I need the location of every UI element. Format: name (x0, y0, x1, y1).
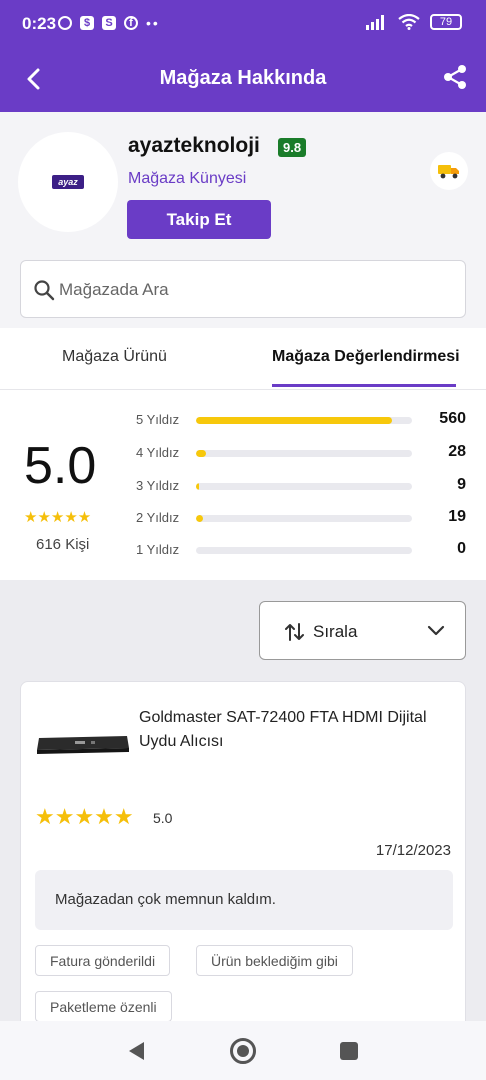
review-count: 616 Kişi (36, 536, 90, 553)
app-notification-icon: $ (80, 16, 94, 30)
page-title: Mağaza Hakkında (159, 67, 327, 89)
rating-row-label: 3 Yıldız (136, 478, 180, 493)
nav-recent-apps-icon[interactable] (340, 1042, 358, 1060)
average-stars-icon: ★★★★★ (24, 509, 92, 526)
store-name: ayazteknoloji (128, 134, 260, 157)
status-time: 0:23 (22, 14, 57, 33)
review-tag: Fatura gönderildi (35, 945, 171, 976)
alarm-icon (58, 16, 72, 30)
rating-row-5: 5 Yıldız 560 (136, 410, 476, 430)
rating-bar-track (196, 547, 412, 554)
store-info-link[interactable]: Mağaza Künyesi (128, 170, 246, 188)
review-date: 17/12/2023 (375, 842, 451, 859)
rating-row-label: 2 Yıldız (136, 510, 180, 525)
truck-icon (438, 165, 459, 179)
store-logo-mark: ayaz (52, 175, 84, 189)
more-notifications-icon: •• (146, 15, 160, 31)
rating-row-count: 19 (448, 508, 466, 525)
review-card[interactable]: Goldmaster SAT-72400 FTA HDMI Dijital Uy… (20, 681, 466, 1041)
review-comment-box: Mağazadan çok memnun kaldım. (35, 870, 453, 930)
rating-row-3: 3 Yıldız 9 (136, 476, 476, 496)
nav-back-icon[interactable] (126, 1040, 146, 1062)
store-search-input[interactable] (59, 275, 449, 305)
rating-summary: 5.0 ★★★★★ 616 Kişi 5 Yıldız 560 4 Yıldız… (0, 390, 486, 580)
chevron-down-icon (427, 625, 445, 636)
rating-bar-fill (196, 515, 203, 522)
sort-icon (285, 623, 304, 641)
rating-bar-track (196, 417, 412, 424)
tab-store-products[interactable]: Mağaza Ürünü (62, 348, 167, 366)
review-stars-icon: ★★★★★ (35, 804, 134, 829)
app-bar: Mağaza Hakkında (0, 48, 486, 112)
rating-bar-track (196, 483, 412, 490)
wifi-icon (398, 14, 420, 30)
signal-icon (366, 15, 384, 30)
rating-row-count: 28 (448, 443, 466, 460)
rating-row-label: 1 Yıldız (136, 542, 180, 557)
rating-bar-fill (196, 417, 393, 424)
review-tag: Ürün beklediğim gibi (196, 945, 353, 976)
rating-row-4: 4 Yıldız 28 (136, 443, 476, 463)
status-bar: 0:23 $ S f •• 79 (0, 0, 486, 48)
share-icon[interactable] (440, 62, 470, 92)
status-right: 79 (366, 14, 462, 30)
s-app-icon: S (102, 16, 116, 30)
review-comment: Mağazadan çok memnun kaldım. (55, 891, 276, 908)
average-score: 5.0 (24, 437, 97, 495)
rating-row-count: 0 (457, 540, 466, 557)
review-score: 5.0 (153, 810, 173, 826)
nav-home-icon[interactable] (230, 1038, 256, 1064)
rating-row-label: 5 Yıldız (136, 412, 180, 427)
follow-button[interactable]: Takip Et (127, 200, 271, 239)
system-nav-bar (0, 1021, 486, 1080)
store-tabs: Mağaza Ürünü Mağaza Değerlendirmesi (0, 328, 486, 390)
review-tag: Paketleme özenli (35, 991, 172, 1022)
rating-row-count: 9 (457, 476, 466, 493)
search-icon (34, 280, 55, 301)
rating-bar-track (196, 450, 412, 457)
store-logo[interactable]: ayaz (18, 132, 118, 232)
rating-row-count: 560 (439, 410, 466, 427)
active-tab-indicator (272, 384, 456, 387)
store-search-bar[interactable] (20, 260, 466, 318)
rating-row-label: 4 Yıldız (136, 445, 180, 460)
rating-bar-fill (196, 450, 206, 457)
notification-icons: $ S f •• (58, 15, 160, 31)
rating-row-1: 1 Yıldız 0 (136, 540, 476, 560)
store-header: ayaz ayazteknoloji 9.8 Mağaza Künyesi Ta… (0, 112, 486, 328)
sort-dropdown[interactable]: Sırala (259, 601, 466, 660)
rating-bar-track (196, 515, 412, 522)
rating-row-2: 2 Yıldız 19 (136, 508, 476, 528)
tab-store-reviews[interactable]: Mağaza Değerlendirmesi (272, 348, 460, 366)
rating-bar-fill (196, 483, 200, 490)
product-title[interactable]: Goldmaster SAT-72400 FTA HDMI Dijital Uy… (139, 706, 439, 754)
facebook-icon: f (124, 16, 138, 30)
product-image[interactable] (35, 730, 131, 756)
battery-icon: 79 (430, 14, 462, 30)
store-score-badge: 9.8 (278, 138, 307, 157)
sort-label: Sırala (313, 622, 358, 641)
fast-delivery-badge[interactable] (430, 152, 468, 190)
top-bar: 0:23 $ S f •• 79 Mağaza Hakkında (0, 0, 486, 112)
